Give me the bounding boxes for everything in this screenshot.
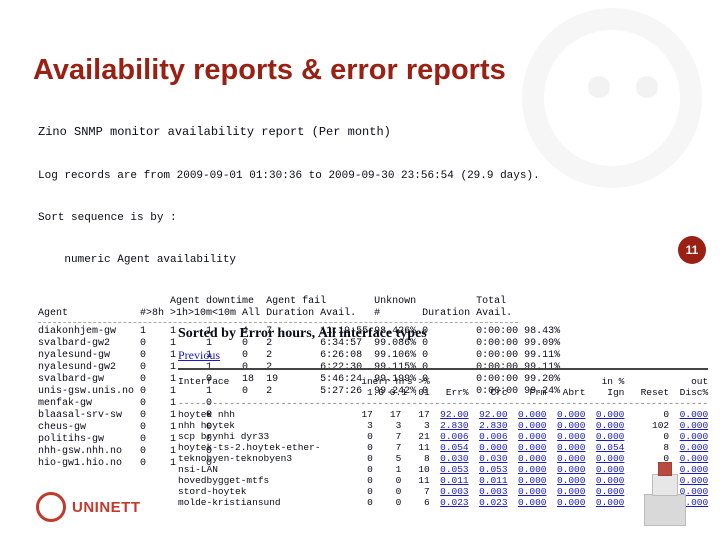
slide-title: Availability reports & error reports	[33, 54, 506, 87]
table-row: hovedbygget-mtfs00110.0110.0110.0000.000…	[178, 475, 713, 486]
logo-text: UNINETT	[72, 499, 141, 516]
error-hours-report: Sorted by Error hours, All interface typ…	[178, 326, 708, 508]
table-row: molde-kristiansund0060.0230.0230.0000.00…	[178, 497, 713, 508]
table-row: scp brynhi dyr3307210.0060.0060.0000.000…	[178, 431, 713, 442]
report1-meta-dates: Log records are from 2009-09-01 01:30:36…	[38, 170, 698, 182]
table-row: hoytek-ts-2.hoytek-ether-07110.0540.0000…	[178, 442, 713, 453]
table-row: hoytek nhh17171792.0092.000.0000.0000.00…	[178, 409, 713, 420]
tower-icon	[638, 464, 690, 526]
table-row: stord-hoytek0070.0030.0030.0000.0000.000…	[178, 486, 713, 497]
logo-ring-icon	[36, 492, 66, 522]
table-row: teknobyen-teknobyen30580.0300.0300.0000.…	[178, 453, 713, 464]
previous-link[interactable]: Previous	[178, 348, 220, 362]
report1-header: Zino SNMP monitor availability report (P…	[38, 126, 698, 138]
uninett-logo: UNINETT	[36, 492, 141, 522]
report1-meta-sort2: numeric Agent availability	[38, 254, 698, 266]
table-row: nsi-LAN01100.0530.0530.0000.0000.00000.0…	[178, 464, 713, 475]
report2-caption: Sorted by Error hours, All interface typ…	[178, 326, 708, 342]
report1-meta-sort1: Sort sequence is by :	[38, 212, 698, 224]
error-hours-table: Interface inerr hrs >% in % out 1.0 0.1 …	[178, 376, 713, 508]
table-row: nhh hoytek3332.8302.8300.0000.0000.00010…	[178, 420, 713, 431]
